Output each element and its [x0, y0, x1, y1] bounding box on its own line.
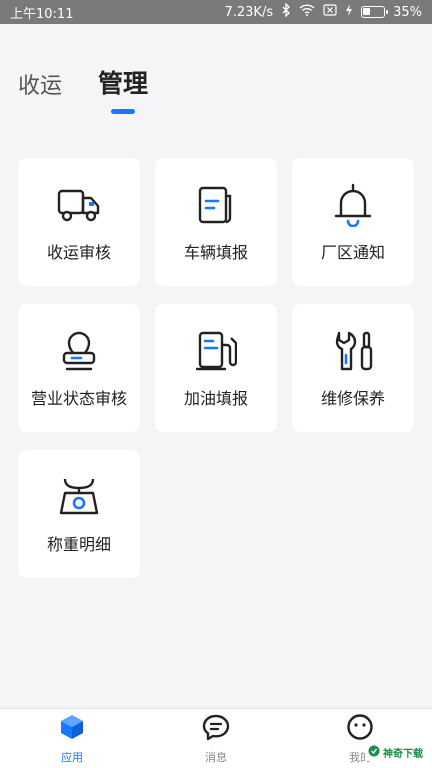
cube-icon [58, 713, 86, 745]
bluetooth-icon [281, 2, 291, 21]
bell-icon [329, 181, 377, 229]
status-time: 上午10:11 [10, 6, 74, 22]
document-icon [192, 181, 240, 229]
tab-manage-label: 管理 [98, 69, 149, 98]
battery-percent: 35% [393, 4, 422, 20]
nav-apps[interactable]: 应用 [0, 709, 144, 768]
active-tab-indicator [111, 109, 136, 114]
status-right: 7.23K/s 35% [224, 2, 422, 21]
watermark-logo-icon [368, 745, 380, 760]
nav-label: 消息 [205, 750, 227, 764]
wrench-screwdriver-icon [329, 327, 377, 375]
card-fuel-report[interactable]: 加油填报 [155, 304, 277, 432]
card-label: 维修保养 [320, 389, 385, 408]
face-icon [346, 713, 374, 745]
chat-icon [202, 713, 230, 745]
watermark: 神奇下载 [365, 744, 426, 761]
card-business-status-review[interactable]: 营业状态审核 [18, 304, 140, 432]
tab-manage[interactable]: 管理 [98, 64, 149, 114]
card-plant-notice[interactable]: 厂区通知 [292, 158, 414, 286]
stamp-icon [55, 327, 103, 375]
fuel-pump-icon [192, 327, 240, 375]
battery-icon [361, 6, 389, 18]
watermark-text: 神奇下载 [383, 749, 423, 760]
card-label: 厂区通知 [320, 243, 385, 262]
card-vehicle-report[interactable]: 车辆填报 [155, 158, 277, 286]
function-grid: 收运审核 车辆填报 厂区通知 营业状态审核 加油填报 维修保养 称重明细 [18, 158, 414, 578]
sim-icon [323, 4, 337, 20]
card-label: 车辆填报 [183, 243, 248, 262]
tab-collect[interactable]: 收运 [18, 68, 62, 100]
card-weighing-details[interactable]: 称重明细 [18, 450, 140, 578]
card-label: 称重明细 [46, 535, 111, 554]
status-bar: 上午10:11 7.23K/s 35% [0, 0, 432, 24]
wifi-icon [299, 4, 315, 20]
card-collect-review[interactable]: 收运审核 [18, 158, 140, 286]
nav-label: 应用 [61, 750, 83, 764]
nav-messages[interactable]: 消息 [144, 709, 288, 768]
card-label: 加油填报 [183, 389, 248, 408]
truck-icon [55, 181, 103, 229]
card-maintenance[interactable]: 维修保养 [292, 304, 414, 432]
scale-icon [55, 473, 103, 521]
net-speed: 7.23K/s [224, 4, 274, 20]
charging-icon [345, 4, 353, 20]
card-label: 收运审核 [46, 243, 111, 262]
top-tabs: 收运 管理 [18, 64, 149, 114]
card-label: 营业状态审核 [30, 389, 127, 408]
